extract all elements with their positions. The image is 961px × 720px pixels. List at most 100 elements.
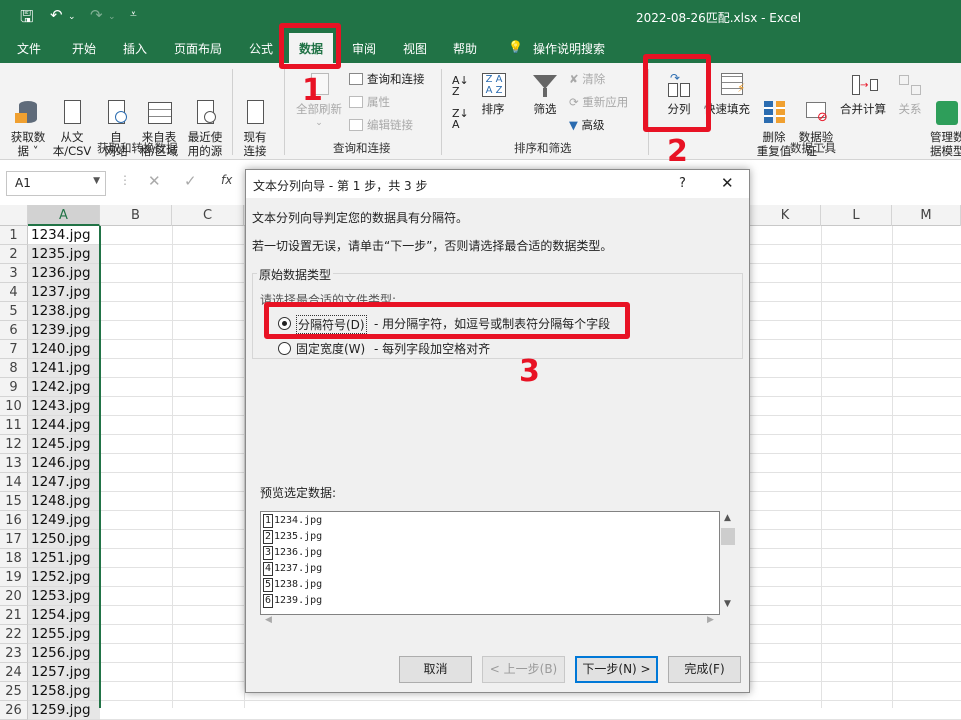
column-header-k[interactable]: K [750, 205, 821, 226]
cell-a[interactable]: 1250.jpg [28, 530, 100, 549]
preview-horizontal-scrollbar[interactable]: ◀ ▶ [260, 615, 720, 629]
row-header[interactable]: 18 [0, 549, 28, 568]
row-header[interactable]: 13 [0, 454, 28, 473]
cell-a[interactable]: 1239.jpg [28, 321, 100, 340]
scroll-thumb[interactable] [721, 528, 735, 545]
scroll-right-icon[interactable]: ▶ [707, 615, 714, 625]
row-header[interactable]: 17 [0, 530, 28, 549]
from-web-button[interactable]: 自 网站 [98, 71, 134, 172]
column-header-m[interactable]: M [892, 205, 961, 226]
tab-insert[interactable]: 插入 [123, 40, 147, 57]
cancel-button[interactable]: 取消 [399, 656, 472, 683]
sort-az-icon[interactable]: A↓ Z [452, 75, 469, 97]
tab-file[interactable]: 文件 [17, 40, 41, 57]
scroll-down-icon[interactable]: ▼ [724, 599, 731, 609]
tab-page-layout[interactable]: 页面布局 [174, 40, 222, 57]
column-header-c[interactable]: C [172, 205, 244, 226]
get-data-button[interactable]: 获取数 据 ˅ [7, 71, 49, 172]
row-header[interactable]: 16 [0, 511, 28, 530]
flash-fill-button[interactable]: ⚡ 快速填充 [704, 71, 752, 116]
tab-help[interactable]: 帮助 [453, 40, 477, 57]
row-header[interactable]: 19 [0, 568, 28, 587]
cell-a[interactable]: 1244.jpg [28, 416, 100, 435]
tab-view[interactable]: 视图 [403, 40, 427, 57]
remove-duplicates-button[interactable]: 删除 重复值 [754, 71, 794, 172]
scroll-left-icon[interactable]: ◀ [265, 615, 272, 625]
advanced-filter-button[interactable]: ▼ 高级 [569, 117, 605, 133]
row-header[interactable]: 8 [0, 359, 28, 378]
cell-a[interactable]: 1243.jpg [28, 397, 100, 416]
cell-a[interactable]: 1247.jpg [28, 473, 100, 492]
cell-a[interactable]: 1241.jpg [28, 359, 100, 378]
from-table-button[interactable]: 来自表 格/区域 [137, 71, 181, 172]
cell-a[interactable]: 1238.jpg [28, 302, 100, 321]
cell-a[interactable]: 1237.jpg [28, 283, 100, 302]
cell-a[interactable]: 1255.jpg [28, 625, 100, 644]
cell-a[interactable]: 1245.jpg [28, 435, 100, 454]
cell-a[interactable]: 1254.jpg [28, 606, 100, 625]
row-header[interactable]: 2 [0, 245, 28, 264]
queries-connections-button[interactable]: 查询和连接 [349, 71, 425, 87]
manage-data-model-button[interactable]: 管理数 据模型 [930, 71, 961, 172]
cell-a[interactable]: 1257.jpg [28, 663, 100, 682]
consolidate-button[interactable]: → 合并计算 [837, 71, 889, 116]
sort-button[interactable]: Z AA Z 排序 [476, 71, 510, 116]
help-button[interactable]: ? [679, 176, 686, 191]
select-all-corner[interactable] [0, 205, 28, 226]
row-header[interactable]: 23 [0, 644, 28, 663]
row-header[interactable]: 14 [0, 473, 28, 492]
row-header[interactable]: 20 [0, 587, 28, 606]
customize-toolbar-icon[interactable]: ⩡ [130, 7, 137, 22]
cell-a[interactable]: 1252.jpg [28, 568, 100, 587]
recent-sources-button[interactable]: 最近使 用的源 [183, 71, 227, 172]
tab-review[interactable]: 审阅 [352, 40, 376, 57]
cell-a[interactable]: 1251.jpg [28, 549, 100, 568]
scroll-up-icon[interactable]: ▲ [724, 513, 731, 523]
row-header[interactable]: 7 [0, 340, 28, 359]
undo-icon[interactable]: ↶ [50, 6, 63, 24]
tab-formulas[interactable]: 公式 [249, 40, 273, 57]
cell-a[interactable]: 1259.jpg [28, 701, 100, 720]
row-header[interactable]: 11 [0, 416, 28, 435]
column-header-l[interactable]: L [821, 205, 892, 226]
cell-a[interactable]: 1246.jpg [28, 454, 100, 473]
row-header[interactable]: 1 [0, 226, 28, 245]
tell-me-search[interactable]: 操作说明搜索 [533, 40, 605, 57]
cell-a[interactable]: 1256.jpg [28, 644, 100, 663]
save-icon[interactable]: 🖫 [20, 6, 34, 33]
cell-a[interactable]: 1236.jpg [28, 264, 100, 283]
fixed-width-radio[interactable] [278, 342, 291, 355]
from-text-csv-button[interactable]: 从文 本/CSV [50, 71, 94, 172]
next-button[interactable]: 下一步(N) > [575, 656, 658, 683]
row-header[interactable]: 3 [0, 264, 28, 283]
preview-vertical-scrollbar[interactable]: ▲ ▼ [720, 511, 737, 615]
row-header[interactable]: 21 [0, 606, 28, 625]
row-header[interactable]: 12 [0, 435, 28, 454]
cell-a[interactable]: 1249.jpg [28, 511, 100, 530]
row-header[interactable]: 5 [0, 302, 28, 321]
cell-a[interactable]: 1253.jpg [28, 587, 100, 606]
row-header[interactable]: 9 [0, 378, 28, 397]
existing-connections-button[interactable]: 现有 连接 [236, 71, 274, 172]
column-header-b[interactable]: B [100, 205, 172, 226]
tab-home[interactable]: 开始 [72, 40, 96, 57]
insert-function-icon[interactable]: fx [221, 173, 232, 187]
chevron-down-icon[interactable]: ▼ [93, 176, 100, 186]
name-box[interactable]: A1 ▼ [6, 171, 106, 196]
undo-dropdown-icon[interactable]: ⌄ [68, 12, 76, 22]
row-header[interactable]: 25 [0, 682, 28, 701]
row-header[interactable]: 4 [0, 283, 28, 302]
cell-a[interactable]: 1242.jpg [28, 378, 100, 397]
close-icon[interactable]: ✕ [721, 174, 734, 192]
column-header-a[interactable]: A [28, 205, 100, 226]
cell-a[interactable]: 1240.jpg [28, 340, 100, 359]
row-header[interactable]: 26 [0, 701, 28, 720]
preview-pane[interactable]: 1 1234.jpg 2 1235.jpg 3 1236.jpg 4 1237.jpg 5 123… [260, 511, 720, 615]
row-header[interactable]: 15 [0, 492, 28, 511]
cell-a[interactable]: 1258.jpg [28, 682, 100, 701]
row-header[interactable]: 6 [0, 321, 28, 340]
cell-a[interactable]: 1235.jpg [28, 245, 100, 264]
row-header[interactable]: 10 [0, 397, 28, 416]
cell-a[interactable]: 1248.jpg [28, 492, 100, 511]
cell-a[interactable]: 1234.jpg [28, 226, 100, 245]
